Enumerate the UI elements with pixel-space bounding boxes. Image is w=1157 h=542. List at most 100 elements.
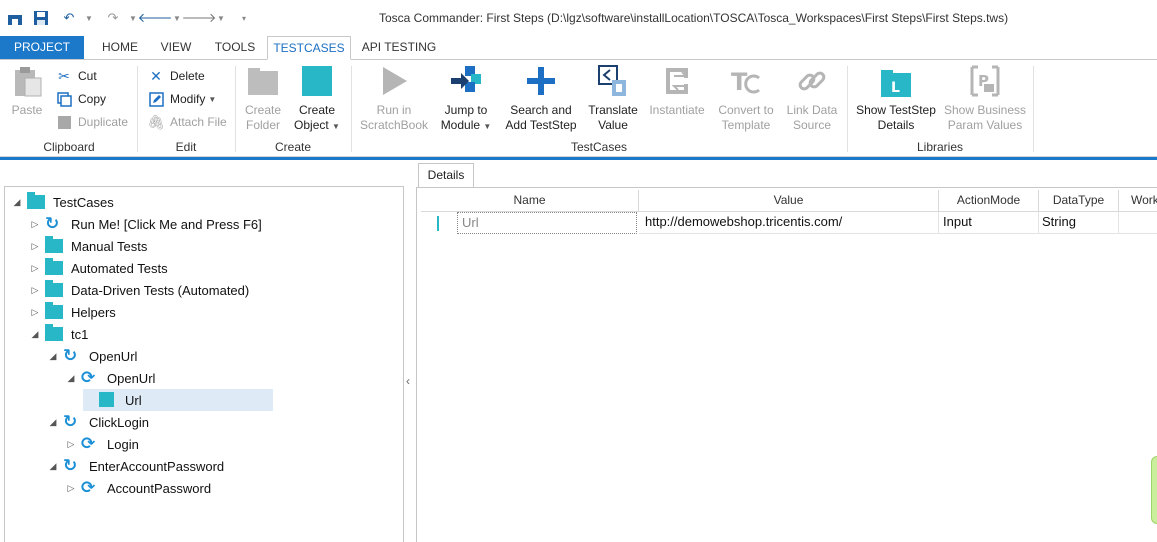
- attach-file-button[interactable]: 🖇 Attach File: [147, 112, 227, 132]
- datatype-cell[interactable]: String: [1039, 212, 1119, 234]
- column-header-name[interactable]: Name: [421, 190, 639, 212]
- name-cell[interactable]: Url: [457, 212, 637, 234]
- testcases-tree[interactable]: ◢ TestCases ▷ ↻ Run Me! [Click Me and Pr…: [4, 186, 404, 542]
- tab-tools[interactable]: TOOLS: [206, 36, 264, 60]
- undo-icon[interactable]: ↶: [60, 9, 78, 27]
- teststep-sync-icon: ⟳: [81, 368, 96, 387]
- duplicate-button[interactable]: Duplicate: [56, 112, 128, 132]
- tree-item-label: Automated Tests: [71, 260, 168, 276]
- instantiate-button[interactable]: Instantiate: [646, 64, 708, 118]
- tree-item-helpers[interactable]: ▷ Helpers: [29, 301, 116, 323]
- copy-button[interactable]: Copy: [56, 89, 106, 109]
- undo-dropdown-icon[interactable]: ▼: [84, 9, 94, 27]
- redo-icon[interactable]: ↷: [104, 9, 122, 27]
- tab-project[interactable]: PROJECT: [0, 36, 84, 60]
- column-header-datatype[interactable]: DataType: [1039, 190, 1119, 212]
- tree-item-run-me[interactable]: ▷ ↻ Run Me! [Click Me and Press F6]: [29, 213, 262, 235]
- forward-icon[interactable]: 🡒: [182, 9, 217, 27]
- collapse-icon[interactable]: ◢: [29, 329, 41, 340]
- tab-view[interactable]: VIEW: [154, 36, 198, 60]
- tree-item-url[interactable]: Url: [83, 389, 273, 411]
- show-details-label-2: Details: [877, 118, 915, 132]
- collapse-panel-icon[interactable]: ‹: [406, 374, 410, 388]
- group-divider: [1033, 66, 1034, 152]
- show-teststep-details-button[interactable]: L Show TestStep Details: [854, 64, 938, 133]
- run-in-scratchbook-button[interactable]: Run in ScratchBook: [358, 64, 430, 133]
- tree-item-automated-tests[interactable]: ▷ Automated Tests: [29, 257, 168, 279]
- collapse-icon[interactable]: ◢: [47, 351, 59, 362]
- collapse-icon[interactable]: ◢: [65, 373, 77, 384]
- tree-item-openurl-teststep[interactable]: ◢ ⟳ OpenUrl: [65, 367, 156, 389]
- tab-details[interactable]: Details: [418, 163, 474, 187]
- details-grid: Name Value ActionMode DataType Work Url …: [416, 187, 1157, 542]
- create-folder-button[interactable]: Create Folder: [240, 64, 286, 133]
- create-group-label: Create: [274, 140, 312, 154]
- side-widget-tab[interactable]: [1151, 456, 1157, 524]
- teststep-sync-icon: ⟳: [81, 434, 96, 453]
- expand-icon[interactable]: ▷: [29, 285, 41, 296]
- tree-root-testcases[interactable]: ◢ TestCases: [11, 191, 114, 213]
- tree-item-openurl-testcase[interactable]: ◢ ↻ OpenUrl: [47, 345, 138, 367]
- column-header-actionmode[interactable]: ActionMode: [939, 190, 1039, 212]
- jump-dropdown-icon: ▼: [483, 122, 492, 131]
- show-business-param-values-button[interactable]: P Show Business Param Values: [942, 64, 1028, 133]
- teststep-value-icon: [437, 216, 439, 231]
- expand-icon[interactable]: ▷: [65, 483, 77, 494]
- tab-testcases[interactable]: TESTCASES: [267, 36, 351, 60]
- panel-splitter[interactable]: [404, 160, 416, 542]
- translate-value-button[interactable]: Translate Value: [586, 64, 640, 133]
- back-icon[interactable]: 🡐: [138, 9, 173, 27]
- back-dropdown-icon[interactable]: ▼: [172, 9, 182, 27]
- collapse-icon[interactable]: ◢: [47, 417, 59, 428]
- run-label-2: ScratchBook: [359, 118, 429, 132]
- column-header-value[interactable]: Value: [639, 190, 939, 212]
- collapse-icon[interactable]: ◢: [11, 197, 23, 208]
- tree-item-label: Helpers: [71, 304, 116, 320]
- tree-item-manual-tests[interactable]: ▷ Manual Tests: [29, 235, 147, 257]
- translate-icon: [596, 64, 630, 98]
- jump-to-module-button[interactable]: Jump to Module ▼: [436, 64, 496, 134]
- tree-item-tc1[interactable]: ◢ tc1: [29, 323, 88, 345]
- redo-dropdown-icon[interactable]: ▼: [128, 9, 138, 27]
- work-cell[interactable]: [1119, 212, 1157, 234]
- modify-button[interactable]: Modify ▼: [148, 89, 216, 109]
- tab-api-testing[interactable]: API TESTING: [358, 36, 440, 60]
- title-bar: ↶ ▼ ↷ ▼ 🡐 ▼ 🡒 ▼ ▾ Tosca Commander: First…: [0, 0, 1157, 36]
- tree-item-enteraccountpassword[interactable]: ◢ ↻ EnterAccountPassword: [47, 455, 225, 477]
- actionmode-cell[interactable]: Input: [939, 212, 1039, 234]
- cut-button[interactable]: ✂ Cut: [56, 66, 97, 86]
- play-icon: [377, 64, 411, 98]
- expand-icon[interactable]: ▷: [29, 219, 41, 230]
- customize-toolbar-icon[interactable]: ▾: [238, 9, 250, 27]
- testcases-group-label: TestCases: [570, 140, 628, 154]
- collapse-icon[interactable]: ◢: [47, 461, 59, 472]
- show-business-label-2: Param Values: [947, 118, 1023, 132]
- value-cell[interactable]: http://demowebshop.tricentis.com/: [639, 212, 939, 234]
- tree-item-clicklogin[interactable]: ◢ ↻ ClickLogin: [47, 411, 149, 433]
- folder-icon: [45, 258, 63, 276]
- link-label-1: Link Data: [786, 103, 838, 117]
- create-object-dropdown-icon: ▼: [332, 122, 340, 131]
- link-data-source-button[interactable]: Link Data Source: [784, 64, 840, 133]
- tab-home[interactable]: HOME: [94, 36, 146, 60]
- row-icon-cell: [421, 212, 439, 234]
- expand-icon[interactable]: ▷: [29, 307, 41, 318]
- save-icon[interactable]: [32, 9, 50, 27]
- expand-icon[interactable]: ▷: [29, 263, 41, 274]
- delete-button[interactable]: ✕ Delete: [148, 66, 205, 86]
- expand-icon[interactable]: ▷: [65, 439, 77, 450]
- paste-button[interactable]: Paste: [6, 64, 48, 118]
- column-header-work[interactable]: Work: [1119, 190, 1157, 212]
- search-add-teststep-button[interactable]: Search and Add TestStep: [503, 64, 579, 133]
- ribbon-tabs: PROJECT HOME VIEW TOOLS TESTCASES API TE…: [0, 36, 1157, 60]
- forward-dropdown-icon[interactable]: ▼: [216, 9, 226, 27]
- search-label-2: Add TestStep: [505, 118, 577, 132]
- tree-item-data-driven-tests[interactable]: ▷ Data-Driven Tests (Automated): [29, 279, 249, 301]
- tree-item-login[interactable]: ▷ ⟳ Login: [65, 433, 139, 455]
- create-object-button[interactable]: Create Object ▼: [292, 64, 342, 134]
- paste-label: Paste: [11, 103, 43, 117]
- expand-icon[interactable]: ▷: [29, 241, 41, 252]
- tree-item-accountpassword[interactable]: ▷ ⟳ AccountPassword: [65, 477, 212, 499]
- scissors-icon: ✂: [58, 67, 70, 84]
- convert-to-template-button[interactable]: T Convert to Template: [714, 64, 778, 133]
